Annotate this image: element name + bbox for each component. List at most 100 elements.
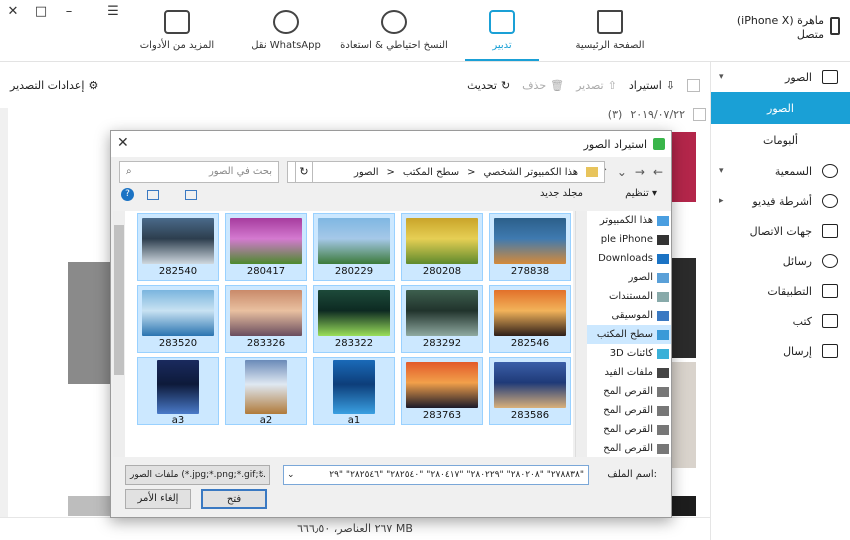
organize-button[interactable]: تنظيم ▾ — [625, 188, 657, 199]
breadcrumb-item[interactable]: سطح المكتب — [403, 167, 459, 178]
file-type-select[interactable]: ملفات الصور (*.jpg;*.png;*.gif;*. ⌄ — [125, 465, 270, 485]
file-tile[interactable]: 282540 — [137, 213, 219, 281]
tree-item[interactable]: الموسيقى — [576, 306, 671, 325]
open-button[interactable]: فتح — [201, 489, 267, 509]
close-icon[interactable]: ✕ — [6, 4, 20, 19]
close-icon[interactable]: ✕ — [117, 135, 129, 151]
import-label: استيراد — [628, 78, 662, 92]
maximize-icon[interactable]: □ — [34, 4, 48, 19]
image-thumbnail — [318, 218, 390, 264]
import-button[interactable]: ⇩ استيراد — [629, 79, 675, 92]
help-icon[interactable]: ? — [121, 188, 134, 201]
folder-icon — [586, 167, 598, 177]
address-bar[interactable]: هذا الكمبيوتر الشخصي < سطح المكتب < الصو… — [287, 161, 605, 183]
search-input[interactable]: بحث في الصور ⌕ — [119, 161, 279, 183]
sidebar-subitem-photos[interactable]: الصور — [711, 92, 850, 124]
tree-item[interactable]: القرص المح — [576, 439, 671, 457]
address-row: ← → ⌄ ↑ هذا الكمبيوتر الشخصي < سطح المكت… — [119, 161, 663, 183]
date-group-checkbox[interactable] — [693, 108, 706, 121]
file-tile[interactable]: 283322 — [313, 285, 395, 353]
export-button[interactable]: ⇧ تصدير — [576, 79, 617, 92]
image-thumbnail — [406, 218, 478, 264]
minimize-icon[interactable]: – — [62, 4, 76, 19]
tree-item[interactable]: هذا الكمبيوتر — [576, 211, 671, 230]
sidebar-item-video[interactable]: أشرطة فيديو ▸ — [711, 186, 850, 216]
chevron-down-icon[interactable]: ⌄ — [287, 466, 295, 484]
new-folder-button[interactable]: مجلد جديد — [540, 188, 583, 199]
photo-thumbnail[interactable] — [672, 258, 696, 358]
tree-item[interactable]: الصور — [576, 268, 671, 287]
delete-button[interactable]: 🗑 حذف — [522, 79, 564, 92]
file-tile[interactable]: 283586 — [489, 357, 571, 425]
refresh-button[interactable]: ↻ تحديث — [467, 79, 510, 92]
export-settings-label: إعدادات التصدير — [10, 78, 85, 92]
tree-item-label: القرص المح — [603, 405, 653, 416]
file-tile[interactable]: a1 — [313, 357, 395, 426]
cancel-button[interactable]: إلغاء الأمر — [125, 489, 191, 509]
file-name: 282546 — [510, 338, 550, 349]
back-arrow-icon[interactable]: ← — [653, 161, 663, 183]
file-tile[interactable]: 282546 — [489, 285, 571, 353]
tree-item[interactable]: سطح المكتب — [576, 325, 671, 344]
nav-backup-restore[interactable]: النسخ احتياطي & استعادة — [339, 10, 449, 51]
image-thumbnail — [406, 290, 478, 336]
sidebar-subitem-albums[interactable]: ألبومات — [711, 124, 850, 156]
tree-item[interactable]: ple iPhone — [576, 230, 671, 249]
nav-home[interactable]: الصفحة الرئيسية — [555, 10, 665, 51]
photo-thumbnail[interactable] — [672, 496, 696, 516]
search-placeholder: بحث في الصور — [208, 166, 272, 177]
dialog-title-bar: استيراد الصور ✕ — [111, 131, 671, 157]
breadcrumb-item[interactable]: هذا الكمبيوتر الشخصي — [484, 167, 579, 178]
file-tile[interactable]: 283763 — [401, 357, 483, 425]
image-thumbnail — [494, 218, 566, 264]
file-tile[interactable]: 280208 — [401, 213, 483, 281]
file-tile[interactable]: 280417 — [225, 213, 307, 281]
sidebar-item-send[interactable]: إرسال — [711, 336, 850, 366]
nav-more-tools[interactable]: المزيد من الأدوات — [122, 10, 232, 51]
file-tile[interactable]: 283520 — [137, 285, 219, 353]
photo-thumbnail[interactable] — [68, 496, 110, 516]
view-options-icon[interactable] — [185, 190, 197, 200]
file-tile[interactable]: 280229 — [313, 213, 395, 281]
tree-item[interactable]: القرص المح — [576, 382, 671, 401]
preview-pane-icon[interactable] — [147, 190, 159, 200]
device-selector[interactable]: ماهرة (iPhone X) متصل — [737, 14, 840, 42]
filename-input[interactable]: "٢٧٨٨٣٨" "٢٨٠٢٠٨" "٢٨٠٢٢٩" "٢٨٠٤١٧" "٢٨٢… — [283, 465, 589, 485]
sidebar-item-messages[interactable]: رسائل — [711, 246, 850, 276]
scrollbar[interactable] — [576, 211, 587, 457]
refresh-icon[interactable]: ↻ — [295, 161, 313, 183]
file-name: 278838 — [510, 266, 550, 277]
tree-item[interactable]: القرص المح — [576, 420, 671, 439]
forward-arrow-icon[interactable]: → — [635, 161, 645, 183]
file-tile[interactable]: 283292 — [401, 285, 483, 353]
sidebar-item-apps[interactable]: التطبيقات — [711, 276, 850, 306]
scrollbar-thumb[interactable] — [114, 225, 124, 375]
tree-item[interactable]: القرص المح — [576, 401, 671, 420]
file-tile[interactable]: 283326 — [225, 285, 307, 353]
nav-manage[interactable]: تدبير — [447, 10, 557, 61]
sidebar-item-audio[interactable]: السمعية ▾ — [711, 156, 850, 186]
photo-thumbnail[interactable] — [68, 262, 110, 384]
photo-thumbnail[interactable] — [672, 132, 696, 202]
nav-whatsapp-transfer[interactable]: نقل WhatsApp — [231, 10, 341, 51]
select-all-checkbox[interactable] — [687, 78, 700, 92]
tree-item[interactable]: كائنات 3D — [576, 344, 671, 363]
file-tile[interactable]: a3 — [137, 357, 219, 426]
file-tile[interactable]: 278838 — [489, 213, 571, 281]
photo-thumbnail[interactable] — [672, 362, 696, 468]
sidebar-item-photos[interactable]: الصور ▾ — [711, 62, 850, 92]
sidebar-item-contacts[interactable]: جهات الاتصال — [711, 216, 850, 246]
sidebar-item-books[interactable]: كتب — [711, 306, 850, 336]
scrollbar[interactable] — [0, 108, 8, 518]
tree-item-label: الموسيقى — [611, 310, 653, 321]
tree-item[interactable]: Downloads — [576, 249, 671, 268]
breadcrumb-item[interactable]: الصور — [354, 167, 379, 178]
tree-item[interactable]: المستندات — [576, 287, 671, 306]
menu-icon[interactable]: ☰ — [106, 4, 120, 19]
tree-item[interactable]: ملفات الفيد — [576, 363, 671, 382]
file-tile[interactable]: a2 — [225, 357, 307, 426]
drive-icon — [657, 424, 669, 435]
chevron-down-icon[interactable]: ⌄ — [617, 161, 627, 183]
export-settings-button[interactable]: إعدادات التصدير ⚙ — [10, 79, 98, 92]
scrollbar[interactable] — [113, 211, 125, 457]
